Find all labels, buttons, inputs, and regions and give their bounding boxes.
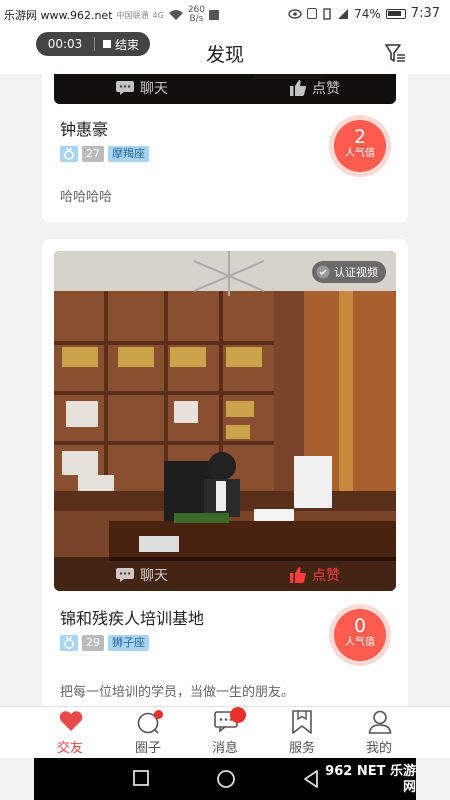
like-label: 点赞 (312, 568, 340, 584)
net-speed: 260 B/s (187, 5, 206, 24)
top-header: 发现 00:03 结束 (0, 28, 450, 74)
user-card[interactable]: 认证视频 聊天 点赞 锦和残疾人培训基地 29 狮子座 把每一位培训的学员，当做… (42, 239, 408, 706)
tab-profile[interactable]: 我的 (349, 707, 409, 759)
verified-label: 认证视频 (334, 266, 378, 279)
tab-circle[interactable]: 圈子 (118, 707, 178, 759)
eye-icon (288, 8, 302, 19)
back-icon[interactable] (302, 769, 320, 789)
shield-check-icon (316, 265, 330, 279)
zodiac-tag: 摩羯座 (108, 146, 149, 162)
tab-make-friends[interactable]: 交友 (40, 707, 100, 759)
wifi-icon (168, 10, 183, 20)
watermark-text: 乐游网 www.962.net (4, 9, 113, 22)
discover-feed[interactable]: 聊天 点赞 钟惠豪 27 摩羯座 哈哈哈哈 2 人气值 认证视频 聊天 点赞 锦… (0, 74, 450, 706)
status-bar: 乐游网 www.962.net 中国联通 4G 260 B/s 74% 7:37 (0, 0, 450, 28)
home-icon[interactable] (216, 769, 236, 789)
notification-dot (230, 707, 246, 723)
notification-icon (209, 10, 220, 20)
gender-tag (60, 635, 78, 651)
thumbs-up-icon (290, 80, 306, 96)
bookmark-icon (292, 710, 312, 734)
chat-icon (116, 568, 134, 582)
user-bio: 把每一位培训的学员，当做一生的朋友。 (60, 685, 295, 700)
gender-icon (64, 147, 74, 160)
end-call-label: 结束 (115, 37, 140, 52)
vibrate-icon (323, 7, 331, 20)
stop-icon (103, 40, 111, 48)
battery-icon (385, 8, 406, 19)
tab-label: 圈子 (134, 741, 161, 756)
tab-label: 交友 (56, 741, 83, 756)
popularity-badge: 0 人气值 (334, 609, 386, 661)
signal-x-icon (338, 8, 349, 19)
tab-label: 我的 (365, 741, 392, 756)
like-label: 点赞 (312, 81, 340, 97)
carrier-name: 中国联通 (116, 10, 149, 20)
popularity-value: 2 (353, 126, 367, 148)
system-nav-bar: 962 NET 乐游网 (34, 758, 416, 800)
thumbs-up-icon (290, 567, 306, 583)
battery-percent: 74% (354, 6, 381, 21)
chat-label: 聊天 (140, 81, 168, 97)
filter-icon[interactable] (384, 42, 406, 64)
chat-icon (116, 81, 134, 95)
popularity-badge: 2 人气值 (334, 120, 386, 172)
end-call-button[interactable]: 结束 (95, 36, 139, 53)
call-timer-pill[interactable]: 00:03 结束 (36, 32, 150, 56)
video-thumbnail[interactable]: 认证视频 聊天 点赞 (54, 251, 396, 591)
chat-label: 聊天 (140, 568, 168, 584)
person-icon (368, 710, 392, 734)
recent-apps-icon[interactable] (132, 769, 150, 787)
video-thumbnail[interactable]: 聊天 点赞 (54, 74, 396, 104)
site-watermark: 962 NET 乐游网 (320, 760, 416, 798)
popularity-label: 人气值 (345, 637, 375, 648)
clock: 7:37 (410, 6, 440, 21)
user-bio: 哈哈哈哈 (60, 190, 113, 205)
signal-type: 4G (152, 10, 164, 20)
notification-dot (154, 710, 163, 719)
bottom-tab-bar: 交友 圈子 消息 服务 我的 (0, 706, 450, 758)
tab-messages[interactable]: 消息 (195, 707, 255, 759)
heart-icon (59, 711, 83, 731)
watermark-text: 962 NET 乐游网 (325, 764, 416, 795)
verified-video-badge: 认证视频 (312, 261, 386, 283)
media-action-bar: 聊天 点赞 (54, 74, 396, 104)
tab-label: 服务 (288, 741, 315, 756)
zodiac-tag: 狮子座 (108, 635, 149, 651)
like-button[interactable]: 点赞 (290, 565, 340, 585)
popularity-label: 人气值 (345, 148, 375, 159)
tab-services[interactable]: 服务 (272, 707, 332, 759)
user-card[interactable]: 聊天 点赞 钟惠豪 27 摩羯座 哈哈哈哈 2 人气值 (42, 74, 408, 223)
user-tags: 29 狮子座 (60, 635, 149, 651)
office-photo (54, 251, 396, 591)
gender-icon (64, 636, 74, 649)
tab-label: 消息 (211, 741, 238, 756)
nfc-icon (307, 8, 318, 19)
like-button[interactable]: 点赞 (290, 78, 340, 98)
chat-button[interactable]: 聊天 (116, 565, 168, 585)
user-tags: 27 摩羯座 (60, 146, 149, 162)
call-timer: 00:03 (47, 37, 83, 51)
gender-tag (60, 146, 78, 162)
chat-button[interactable]: 聊天 (116, 78, 168, 98)
age-tag: 29 (82, 635, 104, 651)
age-tag: 27 (82, 146, 104, 162)
media-action-bar: 聊天 点赞 (54, 557, 396, 591)
popularity-value: 0 (353, 615, 367, 637)
user-name: 锦和残疾人培训基地 (60, 609, 205, 628)
user-name: 钟惠豪 (60, 120, 109, 139)
